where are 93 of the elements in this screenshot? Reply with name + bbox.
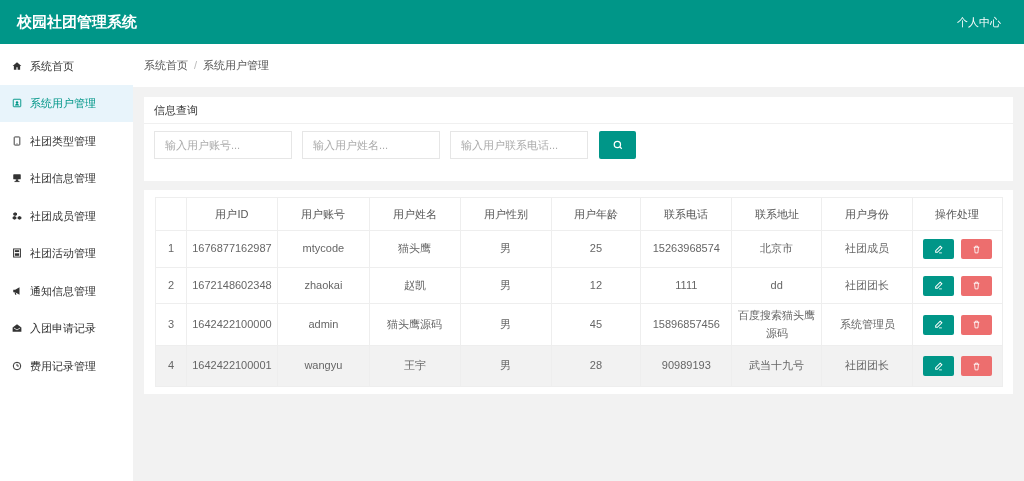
edit-button[interactable] <box>923 239 954 259</box>
table-cell: 武当十九号 <box>731 345 822 387</box>
trash-icon <box>972 244 981 254</box>
edit-button[interactable] <box>923 275 954 296</box>
table-cell: 1676877162987 <box>186 230 278 268</box>
table-cell: 1642422100000 <box>186 303 278 346</box>
column-header: 用户性别 <box>460 197 551 231</box>
sidebar-item[interactable]: 社团信息管理 <box>0 159 133 197</box>
home-icon <box>12 60 22 71</box>
pencil-icon <box>934 361 943 371</box>
table-cell: 赵凯 <box>369 267 461 304</box>
clock-icon <box>12 360 22 371</box>
column-header: 用户姓名 <box>369 197 461 231</box>
breadcrumb-separator: / <box>194 58 198 74</box>
search-button[interactable] <box>599 131 636 159</box>
table-row[interactable]: 1 1676877162987 mtycode 猫头鹰 男 25 15263968574 北京市 社团成员 <box>155 230 1003 268</box>
pencil-icon <box>934 281 943 290</box>
table-cell: 90989193 <box>640 345 732 387</box>
table-cell: 12 <box>551 267 641 304</box>
column-header: 联系地址 <box>731 197 822 231</box>
edit-button[interactable] <box>923 356 954 376</box>
column-header: 用户ID <box>186 197 278 231</box>
table-cell: 15263968574 <box>640 230 732 268</box>
table-cell: zhaokai <box>277 267 370 304</box>
trash-icon <box>972 320 981 329</box>
user-card-icon <box>12 98 22 109</box>
search-field[interactable]: 输入用户联系电话... <box>450 131 588 159</box>
delete-button[interactable] <box>961 314 992 335</box>
envelope-icon <box>12 323 22 334</box>
megaphone-icon <box>12 285 22 296</box>
search-field[interactable]: 输入用户账号... <box>154 131 292 159</box>
table-cell: 猫头鹰 <box>369 230 461 268</box>
table-cell: 男 <box>460 267 551 304</box>
table-cell: 4 <box>155 345 187 387</box>
column-header: 用户年龄 <box>551 197 641 231</box>
trash-icon <box>972 281 981 290</box>
column-header: 用户身份 <box>821 197 913 231</box>
table-cell: admin <box>277 303 370 346</box>
sidebar-item[interactable]: 社团类型管理 <box>0 122 133 160</box>
sidebar-item[interactable]: 入团申请记录 <box>0 309 133 347</box>
table-cell: 2 <box>155 267 187 304</box>
app-title: 校园社团管理系统 <box>17 11 137 32</box>
search-icon <box>612 140 623 150</box>
table-cell: 28 <box>551 345 641 387</box>
table-cell: 25 <box>551 230 641 268</box>
table-cell: 王宇 <box>369 345 461 387</box>
table-cell: 社团团长 <box>821 267 913 304</box>
delete-button[interactable] <box>961 239 992 259</box>
pencil-icon <box>934 320 943 329</box>
column-header: 操作处理 <box>912 197 1003 231</box>
table-cell: 1672148602348 <box>186 267 278 304</box>
delete-button[interactable] <box>961 275 992 296</box>
table-cell: 社团团长 <box>821 345 913 387</box>
search-field[interactable]: 输入用户姓名... <box>302 131 440 159</box>
sidebar-item[interactable]: 费用记录管理 <box>0 347 133 385</box>
table-cell: 15896857456 <box>640 303 732 346</box>
column-header: 联系电话 <box>640 197 732 231</box>
table-row[interactable]: 4 1642422100001 wangyu 王宇 男 28 90989193 武当十九号 社团团长 <box>155 345 1003 387</box>
sidebar-item[interactable]: 社团成员管理 <box>0 197 133 235</box>
calculator-icon <box>12 248 22 259</box>
delete-button[interactable] <box>961 356 992 376</box>
monitor-icon <box>12 173 22 184</box>
edit-button[interactable] <box>923 314 954 335</box>
trash-icon <box>972 361 981 371</box>
breadcrumb-link[interactable]: 系统用户管理 <box>203 57 270 74</box>
table-cell: 百度搜索猫头鹰源码 <box>731 303 822 346</box>
column-header: 用户账号 <box>277 197 370 231</box>
table-cell: 猫头鹰源码 <box>369 303 461 346</box>
table-cell: 社团成员 <box>821 230 913 268</box>
table-cell: mtycode <box>277 230 370 268</box>
tablet-icon <box>12 135 22 146</box>
sidebar-item[interactable]: 通知信息管理 <box>0 272 133 310</box>
cubes-icon <box>12 210 22 221</box>
table-cell: 北京市 <box>731 230 822 268</box>
table-cell: 1111 <box>640 267 732 304</box>
table-cell: 45 <box>551 303 641 346</box>
table-cell: 男 <box>460 345 551 387</box>
pencil-icon <box>934 244 943 254</box>
table-cell: dd <box>731 267 822 304</box>
table-row[interactable]: 2 1672148602348 zhaokai 赵凯 男 12 1111 dd 社团团长 <box>155 267 1003 304</box>
user-menu-link[interactable]: 个人中心 <box>957 13 1001 31</box>
sidebar-item[interactable]: 系统首页 <box>0 47 133 85</box>
table-cell: 3 <box>155 303 187 346</box>
sidebar-item[interactable]: 社团活动管理 <box>0 234 133 272</box>
table-cell: 1642422100001 <box>186 345 278 387</box>
table-cell: 男 <box>460 303 551 346</box>
table-cell: 男 <box>460 230 551 268</box>
table-cell: 系统管理员 <box>821 303 913 346</box>
table-cell: 1 <box>155 230 187 268</box>
card-title: 信息查询 <box>154 102 198 118</box>
table-cell: wangyu <box>277 345 370 387</box>
table-row[interactable]: 3 1642422100000 admin 猫头鹰源码 男 45 15896857456 百度搜索猫头鹰源码 系统管理员 <box>155 303 1003 346</box>
breadcrumb-link[interactable]: 系统首页 <box>144 57 188 74</box>
